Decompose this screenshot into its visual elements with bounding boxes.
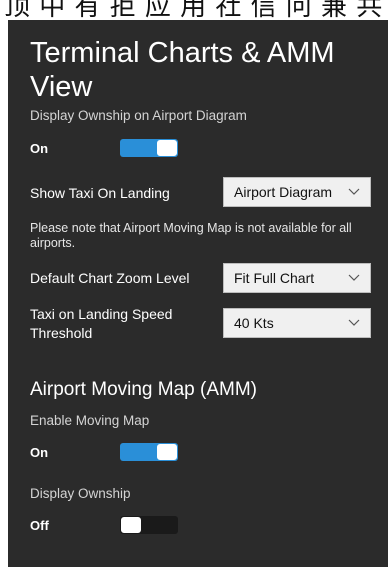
toggle-knob (157, 140, 177, 156)
clipped-header-label: 顶 中 有 拒 应 用 社 信 问 兼 共 出 (4, 0, 388, 20)
display-ownship-state: Off (30, 518, 49, 533)
amm-availability-note: Please note that Airport Moving Map is n… (30, 221, 352, 250)
speed-threshold-dropdown[interactable]: 40 Kts (223, 308, 371, 338)
toggle-knob (121, 517, 141, 533)
page-title: Terminal Charts & AMM View (30, 37, 335, 103)
zoom-level-dropdown[interactable]: Fit Full Chart (223, 263, 371, 293)
chevron-down-icon (348, 274, 360, 281)
show-taxi-value: Airport Diagram (234, 184, 333, 200)
chevron-down-icon (348, 188, 360, 195)
speed-threshold-value: 40 Kts (234, 315, 274, 331)
display-ownship-toggle[interactable] (120, 516, 178, 534)
show-taxi-label: Show Taxi On Landing (30, 185, 170, 201)
zoom-level-label: Default Chart Zoom Level (30, 270, 190, 286)
clipped-header-text: 顶 中 有 拒 应 用 社 信 问 兼 共 出 (0, 0, 388, 20)
display-ownship-diagram-toggle[interactable] (120, 139, 178, 157)
enable-moving-map-label: Enable Moving Map (30, 413, 150, 428)
display-ownship-diagram-label: Display Ownship on Airport Diagram (30, 108, 247, 123)
speed-threshold-label: Taxi on Landing Speed Threshold (30, 306, 173, 341)
show-taxi-dropdown[interactable]: Airport Diagram (223, 177, 371, 207)
chevron-down-icon (348, 319, 360, 326)
enable-moving-map-toggle[interactable] (120, 443, 178, 461)
zoom-level-value: Fit Full Chart (234, 270, 315, 286)
toggle-knob (157, 444, 177, 460)
amm-section-title: Airport Moving Map (AMM) (30, 379, 257, 400)
display-ownship-label: Display Ownship (30, 486, 131, 501)
settings-panel: Terminal Charts & AMM View Display Ownsh… (8, 20, 388, 567)
display-ownship-diagram-state: On (30, 141, 49, 156)
enable-moving-map-state: On (30, 445, 49, 460)
